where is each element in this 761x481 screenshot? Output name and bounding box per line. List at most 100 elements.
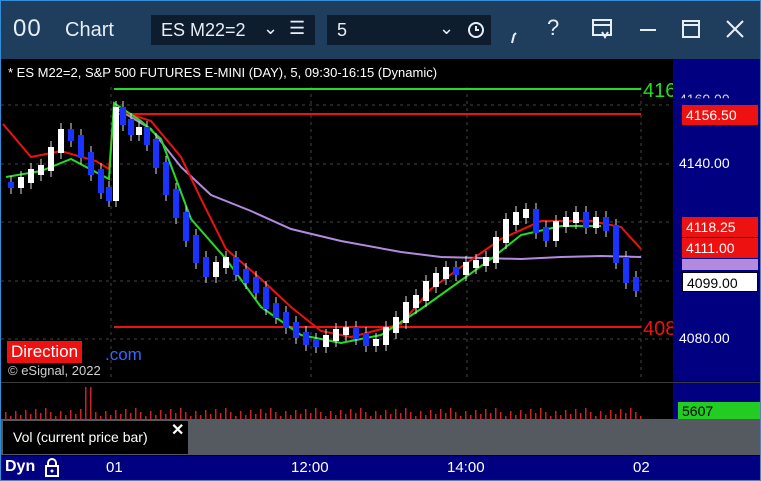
candle-body	[403, 302, 409, 323]
volume-bar	[430, 410, 432, 419]
candle-body	[68, 129, 74, 141]
candle-body	[48, 147, 54, 171]
volume-bar	[225, 408, 227, 419]
axis-tick: 4080.00	[679, 330, 730, 346]
minimize-icon[interactable]	[637, 18, 659, 40]
level-label-green: 416	[643, 80, 673, 102]
volume-bar	[170, 409, 172, 419]
close-icon[interactable]: ✕	[171, 420, 184, 440]
volume-bar	[45, 408, 47, 419]
template-icon[interactable]	[591, 18, 613, 40]
volume-bar	[475, 410, 477, 419]
time-axis[interactable]: Dyn 01 12:00 14:00 02	[1, 456, 760, 480]
candle-body	[333, 329, 339, 341]
lock-icon[interactable]	[43, 457, 61, 477]
volume-bar	[450, 408, 452, 419]
volume-bar	[350, 409, 352, 419]
volume-bar	[575, 409, 577, 419]
volume-bar	[485, 409, 487, 419]
candle-body	[583, 212, 589, 228]
volume-pane[interactable]	[1, 382, 673, 419]
volume-bar	[80, 409, 82, 419]
chart-plot: 416 408	[1, 80, 673, 381]
volume-bar	[285, 411, 287, 419]
time-label: 14:00	[447, 459, 485, 476]
chevron-down-icon[interactable]: ⌄	[263, 18, 278, 39]
volume-bar	[375, 411, 377, 419]
candle-body	[423, 281, 429, 301]
volume-bar	[455, 412, 457, 419]
candle-body	[113, 107, 119, 201]
volume-bar	[260, 409, 262, 419]
candle-body	[523, 209, 529, 218]
dynamic-mode-label[interactable]: Dyn	[5, 458, 35, 476]
help-icon[interactable]: ?	[547, 15, 559, 41]
symbol-field[interactable]: ES M22=2 ⌄ ☰	[151, 15, 315, 45]
candle-body	[633, 277, 639, 291]
volume-bar	[620, 409, 622, 419]
candle-body	[613, 225, 619, 263]
interval-value: 5	[337, 20, 348, 40]
candle-body	[373, 339, 379, 346]
volume-bar	[565, 410, 567, 419]
price-label-mid-band: 4111.00	[682, 238, 758, 258]
volume-bar	[135, 408, 137, 419]
volume-bar	[205, 410, 207, 419]
candle-body	[533, 209, 539, 233]
volume-study-tab[interactable]: Vol (current price bar) ✕	[3, 421, 188, 454]
maximize-icon[interactable]	[680, 18, 702, 40]
volume-bar	[530, 409, 532, 419]
copyright: © eSignal, 2022	[8, 363, 101, 378]
volume-bar	[635, 412, 637, 419]
candle-body	[543, 227, 549, 241]
candle-body	[593, 217, 599, 228]
candle-body	[128, 119, 134, 135]
volume-bar	[215, 409, 217, 419]
volume-bar	[340, 410, 342, 419]
volume-bar	[320, 412, 322, 419]
volume-bar	[275, 412, 277, 419]
clock-icon[interactable]	[467, 21, 485, 39]
volume-bar	[305, 409, 307, 419]
ma-line-red	[2, 107, 642, 339]
volume-bar	[360, 408, 362, 419]
volume-bar	[500, 412, 502, 419]
draw-tool-icon[interactable]	[509, 29, 523, 45]
volume-bar	[365, 412, 367, 419]
candle-body	[136, 127, 142, 135]
candle-body	[263, 287, 269, 309]
price-label-last: 4099.00	[682, 272, 758, 292]
time-label: 12:00	[291, 459, 329, 476]
candle-body	[273, 303, 279, 318]
volume-bar	[25, 410, 27, 419]
volume-bar	[240, 411, 242, 419]
chevron-down-icon[interactable]: ⌄	[439, 18, 454, 39]
volume-bar	[630, 408, 632, 419]
volume-bar	[610, 410, 612, 419]
interval-field[interactable]: 5 ⌄	[327, 15, 491, 45]
ma-line-green	[5, 101, 601, 345]
volume-bar	[90, 387, 92, 419]
title-bar: 00 Chart ES M22=2 ⌄ ☰ 5 ⌄ ?	[1, 1, 760, 59]
candle-body	[183, 212, 189, 241]
volume-bar	[270, 408, 272, 419]
candle-body	[88, 152, 94, 175]
symbol-list-icon[interactable]: ☰	[289, 18, 305, 39]
volume-plot	[5, 387, 642, 419]
candle-body	[233, 257, 239, 275]
candle-body	[144, 127, 150, 145]
symbol-value: ES M22=2	[161, 20, 246, 40]
candle-body	[323, 335, 329, 347]
candle-body	[553, 221, 559, 241]
candle-body	[433, 273, 439, 287]
direction-link[interactable]: .com	[105, 345, 142, 365]
candle-body	[453, 267, 459, 275]
volume-bar	[95, 412, 97, 419]
candle-body	[573, 212, 579, 223]
volume-bar	[35, 409, 37, 419]
candle-body	[413, 295, 419, 308]
direction-badge: Direction	[7, 341, 83, 363]
volume-bar	[420, 411, 422, 419]
close-icon[interactable]	[724, 18, 746, 40]
price-chart[interactable]: 416 408 * ES M22=2, S&P 500 FUTURES E-MIN…	[1, 59, 673, 381]
